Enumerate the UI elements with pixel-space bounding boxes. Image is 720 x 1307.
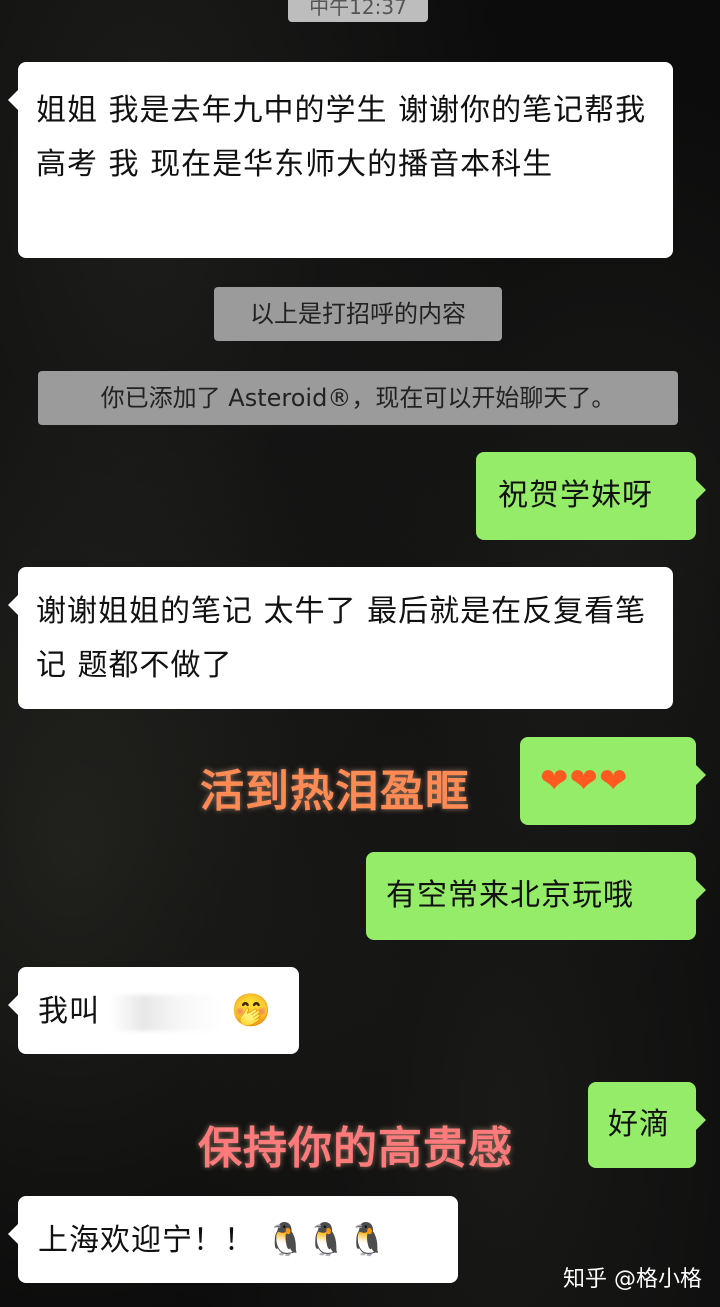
message-text: 我叫 — [38, 994, 100, 1029]
timestamp: 中午12:37 — [288, 0, 428, 22]
watermark: 知乎 @格小格 — [563, 1267, 702, 1292]
message-text: 有空常来北京玩哦 — [386, 878, 634, 913]
system-message: 以上是打招呼的内容 — [214, 287, 502, 341]
heart-icon: ❤❤❤ — [540, 761, 629, 801]
message-bubble-received[interactable]: 谢谢姐姐的笔记 太牛了 最后就是在反复看笔记 题都不做了 — [8, 567, 673, 709]
message-text: 好滴 — [608, 1107, 670, 1142]
system-message-text: 你已添加了 Asteroid®，现在可以开始聊天了。 — [100, 384, 616, 412]
message-bubble-received[interactable]: 我叫 🤭 — [8, 967, 299, 1054]
penguin-emoji-icon: 🐧🐧🐧 — [265, 1220, 389, 1258]
caption-overlay: 活到热泪盈眶 — [200, 766, 470, 817]
message-bubble-received[interactable]: 姐姐 我是去年九中的学生 谢谢你的笔记帮我高考 我 现在是华东师大的播音本科生 — [8, 62, 673, 258]
message-text: 姐姐 我是去年九中的学生 谢谢你的笔记帮我高考 我 现在是华东师大的播音本科生 — [36, 93, 647, 182]
message-bubble-received[interactable]: 上海欢迎宁！！ 🐧🐧🐧 — [8, 1196, 458, 1283]
message-bubble-sent[interactable]: 祝贺学妹呀 — [476, 452, 706, 540]
caption-overlay: 保持你的高贵感 — [198, 1123, 513, 1174]
system-message: 你已添加了 Asteroid®，现在可以开始聊天了。 — [38, 371, 678, 425]
smirk-emoji-icon: 🤭 — [231, 991, 272, 1029]
message-bubble-sent[interactable]: 好滴 — [588, 1082, 706, 1168]
message-bubble-sent[interactable]: 有空常来北京玩哦 — [366, 852, 706, 940]
message-text: 谢谢姐姐的笔记 太牛了 最后就是在反复看笔记 题都不做了 — [36, 594, 647, 683]
system-message-text: 以上是打招呼的内容 — [250, 300, 466, 328]
message-text: 上海欢迎宁！！ — [38, 1223, 255, 1258]
redacted-name — [110, 994, 221, 1031]
message-text: 祝贺学妹呀 — [498, 478, 653, 513]
message-bubble-sent[interactable]: ❤❤❤ — [520, 737, 706, 825]
